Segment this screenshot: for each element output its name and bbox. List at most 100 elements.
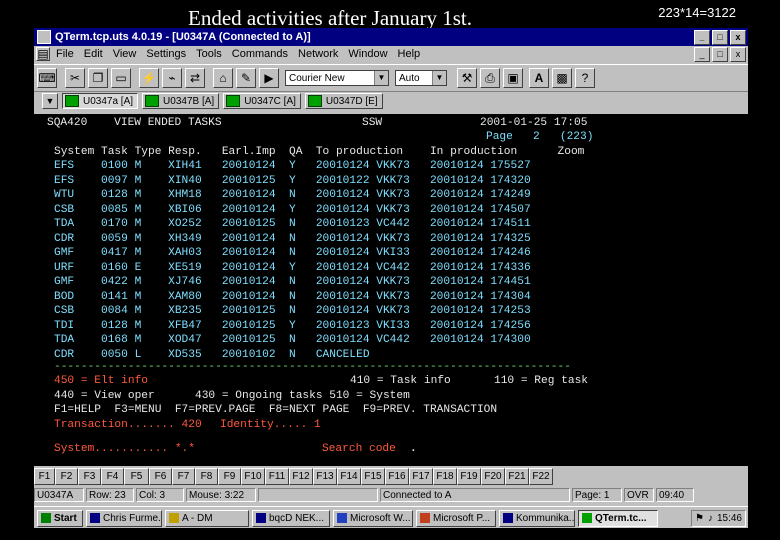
size-select[interactable]: Auto ▼ — [395, 70, 447, 86]
transaction-field[interactable]: Transaction....... 420 — [54, 418, 202, 432]
fkey-f4[interactable]: F4 — [101, 468, 124, 485]
menu-settings[interactable]: Settings — [146, 48, 186, 60]
fkey-f18[interactable]: F18 — [433, 468, 457, 485]
fkey-f15[interactable]: F15 — [361, 468, 385, 485]
session-tab-label: U0347B [A] — [163, 95, 215, 107]
tools-icon[interactable]: ⚒ — [457, 68, 477, 88]
play-icon[interactable]: ▶ — [259, 68, 279, 88]
fkey-f16[interactable]: F16 — [385, 468, 409, 485]
fkey-f19[interactable]: F19 — [457, 468, 481, 485]
taskbar-item[interactable]: bqcD NEK... — [252, 509, 330, 527]
system-field[interactable]: System........... *.* — [54, 442, 195, 456]
font-a-icon[interactable]: A — [529, 68, 549, 88]
fkey-f3[interactable]: F3 — [78, 468, 101, 485]
fkey-f10[interactable]: F10 — [241, 468, 265, 485]
menu-file[interactable]: File — [56, 48, 74, 60]
tray-icon[interactable]: ⚑ — [695, 513, 704, 524]
terminal-screen[interactable]: SQA420 VIEW ENDED TASKS SSW 2001-01-25 1… — [34, 114, 748, 466]
session-tab-u0347b[interactable]: U0347B [A] — [142, 93, 220, 109]
table-row: GMF 0422 M XJ746 20010124 N 20010124 VKK… — [54, 276, 531, 288]
fkey-f12[interactable]: F12 — [289, 468, 313, 485]
status-mouse: Mouse: 3:22 — [186, 488, 256, 502]
connect-icon[interactable]: ⚡ — [139, 68, 159, 88]
session-icon — [145, 95, 160, 107]
table-row: CSB 0084 M XB235 20010125 N 20010124 VKK… — [54, 305, 531, 317]
help-icon[interactable]: ? — [575, 68, 595, 88]
fkey-f2[interactable]: F2 — [55, 468, 78, 485]
taskbar-item-label: bqcD NEK... — [269, 512, 325, 524]
fkey-f21[interactable]: F21 — [505, 468, 529, 485]
fkey-f6[interactable]: F6 — [149, 468, 172, 485]
paste-icon[interactable]: ▭ — [111, 68, 131, 88]
child-close-button[interactable]: x — [730, 47, 746, 62]
fkey-f11[interactable]: F11 — [265, 468, 289, 485]
child-minimize-button[interactable]: _ — [694, 47, 710, 62]
session-menu-icon[interactable]: ▼ — [42, 93, 58, 109]
status-ovr: OVR — [624, 488, 654, 502]
taskbar-item-qterm[interactable]: QTerm.tc... — [578, 509, 658, 527]
menu-edit[interactable]: Edit — [84, 48, 103, 60]
fkey-f1[interactable]: F1 — [34, 468, 55, 485]
cut-icon[interactable]: ✂ — [65, 68, 85, 88]
taskbar-item[interactable]: A - DM — [165, 509, 249, 527]
fkey-f8[interactable]: F8 — [195, 468, 218, 485]
keyboard-icon[interactable]: ⌨ — [37, 68, 57, 88]
screen-page: Page 2 (223) — [486, 131, 594, 143]
fkey-f14[interactable]: F14 — [337, 468, 361, 485]
chevron-down-icon[interactable]: ▼ — [432, 71, 446, 85]
status-empty — [258, 488, 378, 502]
menu-commands[interactable]: Commands — [232, 48, 288, 60]
terminal-cursor: . — [410, 443, 417, 455]
search-code-field[interactable]: Search code — [322, 442, 396, 456]
session-tab-u0347c[interactable]: U0347C [A] — [223, 93, 301, 109]
session-doc-icon[interactable]: ▤ — [36, 47, 50, 61]
status-row: Row: 23 — [86, 488, 134, 502]
child-maximize-button[interactable]: □ — [712, 47, 728, 62]
session-icon — [226, 95, 241, 107]
edit-icon[interactable]: ✎ — [236, 68, 256, 88]
copy-icon[interactable]: ❐ — [88, 68, 108, 88]
option-elt-info: 450 = Elt info — [54, 375, 148, 387]
fkey-f20[interactable]: F20 — [481, 468, 505, 485]
document-icon — [256, 513, 266, 523]
taskbar-item[interactable]: Kommunika... — [499, 509, 575, 527]
menu-help[interactable]: Help — [398, 48, 421, 60]
window-titlebar[interactable]: QTerm.tcp.uts 4.0.19 - [U0347A (Connecte… — [34, 28, 748, 46]
fkey-f22[interactable]: F22 — [529, 468, 553, 485]
session-tab-u0347a[interactable]: U0347a [A] — [62, 93, 139, 109]
minimize-button[interactable]: _ — [694, 30, 710, 45]
volume-icon[interactable]: ♪ — [708, 513, 713, 524]
app-icon — [37, 30, 51, 44]
identity-field[interactable]: Identity..... 1 — [220, 418, 321, 432]
fkey-f13[interactable]: F13 — [313, 468, 337, 485]
chevron-down-icon[interactable]: ▼ — [374, 71, 388, 85]
home-icon[interactable]: ⌂ — [213, 68, 233, 88]
fkey-f9[interactable]: F9 — [218, 468, 241, 485]
taskbar-item[interactable]: Chris Furme... — [86, 509, 162, 527]
start-label: Start — [54, 512, 77, 524]
session-tab-u0347d[interactable]: U0347D [E] — [304, 93, 383, 109]
window-controls: _ □ x — [694, 30, 746, 45]
fkey-f7[interactable]: F7 — [172, 468, 195, 485]
menu-window[interactable]: Window — [348, 48, 387, 60]
taskbar-item-label: Chris Furme... — [103, 512, 162, 524]
taskbar-item[interactable]: Microsoft W... — [333, 509, 413, 527]
close-button[interactable]: x — [730, 30, 746, 45]
menu-tools[interactable]: Tools — [196, 48, 222, 60]
disconnect-icon[interactable]: ⌁ — [162, 68, 182, 88]
menu-view[interactable]: View — [113, 48, 137, 60]
fkey-f17[interactable]: F17 — [409, 468, 433, 485]
save-icon[interactable]: ▣ — [503, 68, 523, 88]
windows-logo-icon — [41, 513, 51, 523]
session-icon — [307, 95, 322, 107]
taskbar-item[interactable]: Microsoft P... — [416, 509, 496, 527]
start-button[interactable]: Start — [37, 509, 83, 527]
maximize-button[interactable]: □ — [712, 30, 728, 45]
fkey-f5[interactable]: F5 — [124, 468, 149, 485]
menu-network[interactable]: Network — [298, 48, 338, 60]
print-icon[interactable]: ⎙ — [480, 68, 500, 88]
image-icon[interactable]: ▩ — [552, 68, 572, 88]
session-tabs: ▼ U0347a [A] U0347B [A] U0347C [A] U0347… — [34, 91, 748, 111]
font-select[interactable]: Courier New ▼ — [285, 70, 389, 86]
transfer-icon[interactable]: ⇄ — [185, 68, 205, 88]
